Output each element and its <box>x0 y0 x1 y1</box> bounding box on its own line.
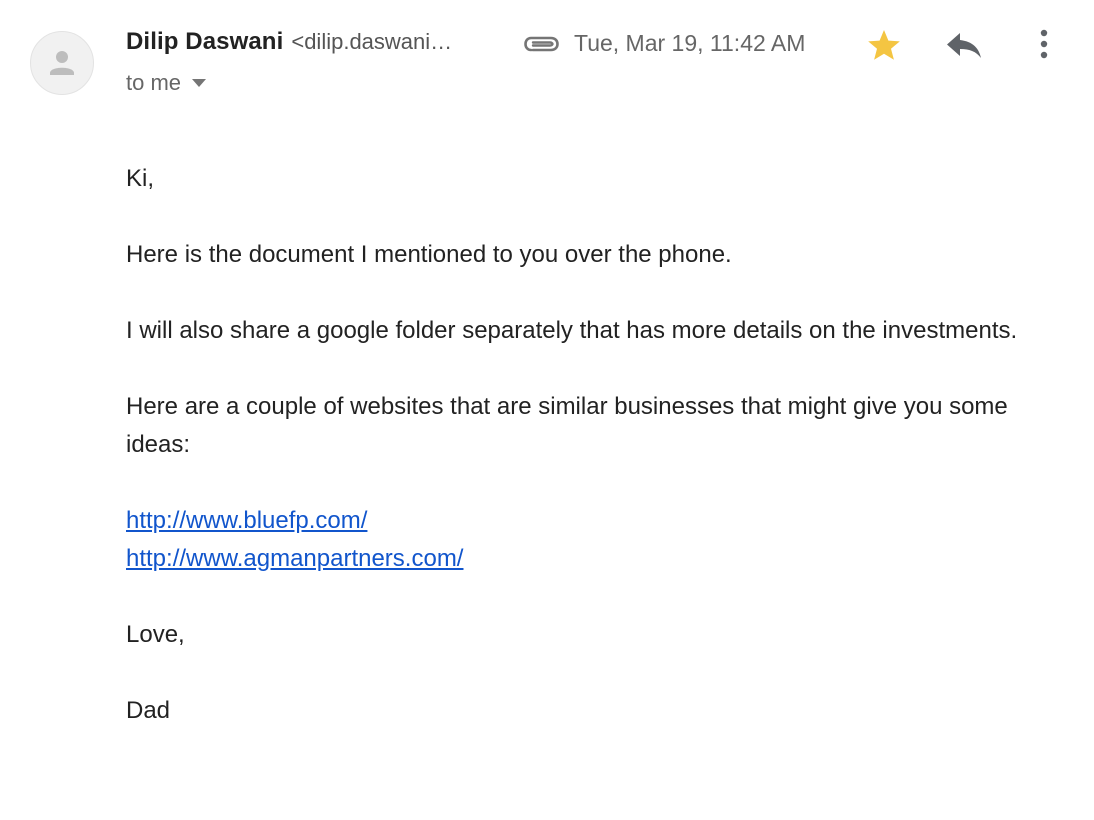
reply-icon[interactable] <box>944 30 984 60</box>
signature: Dad <box>126 697 171 724</box>
more-vert-icon[interactable] <box>1030 28 1058 62</box>
message-date: Tue, Mar 19, 11:42 AM <box>574 30 806 56</box>
person-icon <box>50 51 74 75</box>
paragraph: I will also share a google folder separa… <box>126 317 1018 344</box>
links-block: http://www.bluefp.com/ http://www.agmanp… <box>126 502 1046 578</box>
paragraph: Here is the document I mentioned to you … <box>126 241 732 268</box>
sender-name[interactable]: Dilip Daswani <box>126 28 283 56</box>
paragraph: Here are a couple of websites that are s… <box>126 393 1008 458</box>
sender-line: Dilip Daswani <dilip.daswani… <box>126 28 452 62</box>
recipients-label: to me <box>126 70 182 95</box>
link-bluefp[interactable]: http://www.bluefp.com/ <box>126 502 367 540</box>
recipients-toggle[interactable]: to me <box>126 70 207 96</box>
sender-email: <dilip.daswani… <box>291 29 453 54</box>
closing: Love, <box>126 621 185 648</box>
message-body: Ki, Here is the document I mentioned to … <box>126 160 1046 768</box>
paperclip-icon <box>524 36 559 52</box>
star-icon[interactable] <box>866 28 902 62</box>
greeting: Ki, <box>126 165 155 192</box>
message-header: Dilip Daswani <dilip.daswani… Tue, Mar 1… <box>0 0 1094 110</box>
chevron-down-icon <box>192 79 207 87</box>
link-agmanpartners[interactable]: http://www.agmanpartners.com/ <box>126 540 463 578</box>
sender-avatar[interactable] <box>30 31 94 95</box>
